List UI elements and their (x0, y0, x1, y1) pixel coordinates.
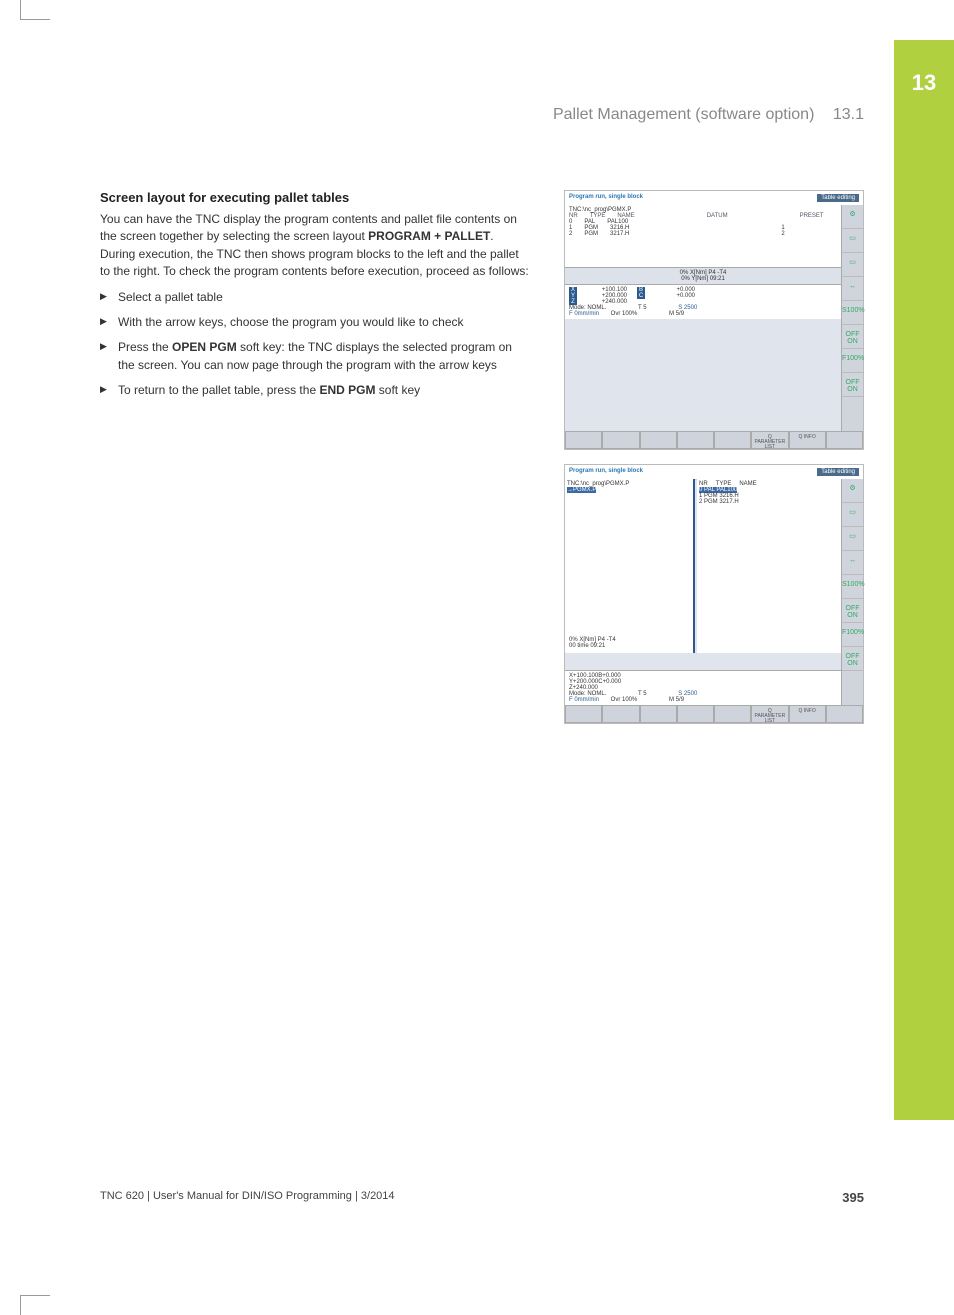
fig2-coords: X+100.100B+0.000 Y+200.000C+0.000 Z+240.… (565, 670, 841, 705)
step4-c: soft key (375, 383, 420, 397)
fig2-selected-line: →PGMX.P (567, 487, 596, 493)
softkey (826, 705, 863, 723)
softkey (565, 431, 602, 449)
crop-mark-top (20, 0, 50, 20)
softkey: Q PARAMETER LIST (751, 705, 788, 723)
step3-a: Press the (118, 340, 172, 354)
softkey (677, 705, 714, 723)
col-datum: DATUM (707, 213, 728, 219)
side-icon-1: ⚙ (842, 205, 863, 229)
step4-bold: END PGM (319, 383, 375, 397)
step-3: Press the OPEN PGM soft key: the TNC dis… (100, 339, 530, 374)
softkey (602, 431, 639, 449)
chapter-number: 13 (894, 40, 954, 96)
fig2-status-2: 00 time 09:21 (569, 643, 616, 649)
fig1-title-right: Table editing (817, 194, 859, 202)
fig2-softkeys: Q PARAMETER LIST Q INFO (565, 705, 863, 723)
ovr-line: F 0mm/min Ovr 100% M 5/9 (569, 697, 837, 703)
fig1-inner: TNC:\nc_prog\PGMX.P NR TYPE NAME DATUM P… (565, 205, 841, 449)
softkey (826, 431, 863, 449)
softkey (602, 705, 639, 723)
step-4: To return to the pallet table, press the… (100, 382, 530, 399)
side-label-f100: F100% (842, 623, 863, 647)
fig1-table: TNC:\nc_prog\PGMX.P NR TYPE NAME DATUM P… (565, 205, 841, 267)
steps-list: Select a pallet table With the arrow key… (100, 289, 530, 400)
softkey (640, 705, 677, 723)
footer-text: TNC 620 | User's Manual for DIN/ISO Prog… (100, 1190, 395, 1205)
softkey (714, 705, 751, 723)
side-icon-4: ↔ (842, 551, 863, 575)
softkey (677, 431, 714, 449)
softkey: Q PARAMETER LIST (751, 431, 788, 449)
page-header: Pallet Management (software option) 13.1 (100, 106, 864, 124)
fig1-title-left: Program run, single block (569, 194, 643, 202)
step-2: With the arrow keys, choose the program … (100, 314, 530, 331)
col-preset: PRESET (800, 213, 824, 219)
table-row: 2 PGM 3217.H (699, 499, 839, 505)
header-section-number: 13.1 (833, 106, 864, 123)
softkey (565, 705, 602, 723)
side-icon-3: ▭ (842, 527, 863, 551)
screenshot-pallet-table: Program run, single block Table editing … (564, 190, 864, 450)
side-label-off1: OFF ON (842, 599, 863, 623)
text-column: Screen layout for executing pallet table… (100, 190, 530, 408)
softkey: Q INFO (789, 705, 826, 723)
side-icon-2: ▭ (842, 503, 863, 527)
side-icon-3: ▭ (842, 253, 863, 277)
page-number: 395 (842, 1190, 864, 1205)
status-line-2: 0% Y[Nm] 09:21 (569, 276, 837, 282)
step4-a: To return to the pallet table, press the (118, 383, 319, 397)
intro-text-bold: PROGRAM + PALLET (368, 229, 490, 243)
softkey (640, 431, 677, 449)
fig2-title-left: Program run, single block (569, 468, 643, 476)
figures-column: Program run, single block Table editing … (564, 190, 864, 738)
side-icon-4: ↔ (842, 277, 863, 301)
side-icon-1: ⚙ (842, 479, 863, 503)
intro-paragraph: You can have the TNC display the program… (100, 211, 530, 281)
side-label-s100: S100% (842, 301, 863, 325)
step-1: Select a pallet table (100, 289, 530, 306)
page-footer: TNC 620 | User's Manual for DIN/ISO Prog… (100, 1190, 864, 1205)
fig1-coords: X+100.100B+0.000 Y+200.000C+0.000 Z+240.… (565, 284, 841, 319)
side-label-off1: OFF ON (842, 325, 863, 349)
softkey (714, 431, 751, 449)
screenshot-program-pallet: Program run, single block Table editing … (564, 464, 864, 724)
fig2-left-pane: TNC:\nc_prog\PGMX.P →PGMX.P 0% X[Nm] P4 … (565, 479, 695, 653)
fig1-softkeys: Q PARAMETER LIST Q INFO (565, 431, 863, 449)
section-heading: Screen layout for executing pallet table… (100, 190, 530, 205)
softkey: Q INFO (789, 431, 826, 449)
side-label-off2: OFF ON (842, 647, 863, 671)
side-label-off2: OFF ON (842, 373, 863, 397)
fig1-titlebar: Program run, single block Table editing (565, 191, 863, 206)
fig2-right-pane: NR TYPE NAME 0 PAL PAL100 1 PGM 3216.H 2… (697, 479, 841, 653)
table-row: 2PGM3217.H2 (569, 231, 837, 237)
fig2-side-icons: ⚙ ▭ ▭ ↔ S100% OFF ON F100% OFF ON (841, 479, 863, 705)
fig1-status: 0% X[Nm] P4 -T4 0% Y[Nm] 09:21 (565, 267, 841, 284)
crop-mark-bottom (20, 1295, 50, 1315)
side-label-f100: F100% (842, 349, 863, 373)
fig1-side-icons: ⚙ ▭ ▭ ↔ S100% OFF ON F100% OFF ON (841, 205, 863, 431)
side-label-s100: S100% (842, 575, 863, 599)
step3-bold: OPEN PGM (172, 340, 237, 354)
side-icon-2: ▭ (842, 229, 863, 253)
fig2-title-right: Table editing (817, 468, 859, 476)
fig2-titlebar: Program run, single block Table editing (565, 465, 863, 480)
fig2-status-block: 0% X[Nm] P4 -T4 00 time 09:21 (569, 637, 616, 649)
ovr-line: F 0mm/min Ovr 100% M 5/9 (569, 311, 837, 317)
content-area: Screen layout for executing pallet table… (100, 190, 864, 738)
header-title: Pallet Management (software option) (553, 106, 814, 123)
chapter-tab: 13 (894, 40, 954, 1120)
